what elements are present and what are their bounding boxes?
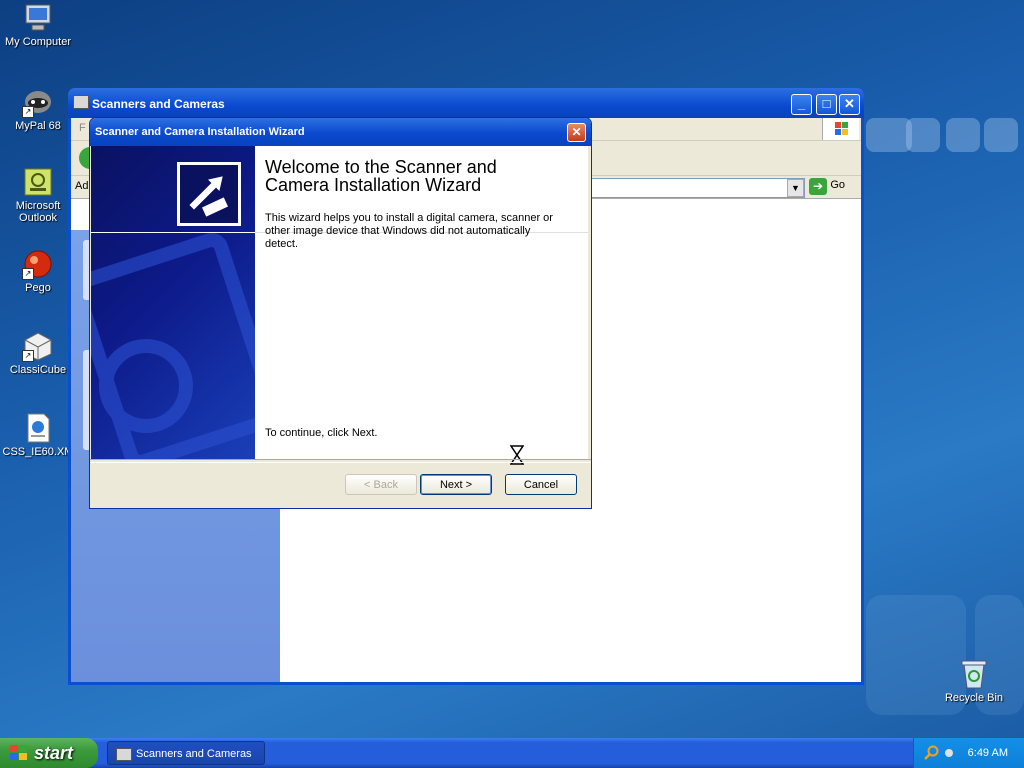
back-button[interactable]: < Back bbox=[345, 474, 417, 495]
desktop-icon-label: MyPal 68 bbox=[15, 120, 61, 132]
explorer-titlebar[interactable]: Scanners and Cameras _ □ ✕ bbox=[68, 88, 864, 118]
shortcut-arrow-icon: ↗ bbox=[22, 350, 34, 362]
wizard-body: Welcome to the Scanner and Camera Instal… bbox=[91, 146, 588, 465]
desktop-icon-label: Microsoft Outlook bbox=[15, 200, 61, 224]
clock: 6:49 AM bbox=[967, 747, 1008, 759]
close-button[interactable]: ✕ bbox=[839, 94, 860, 115]
scanner-icon bbox=[73, 95, 89, 109]
chevron-down-icon[interactable]: ▼ bbox=[787, 179, 804, 197]
desktop-icon-recycle-bin[interactable]: Recycle Bin bbox=[936, 658, 1012, 704]
desktop-icon-mypal[interactable]: ↗ MyPal 68 bbox=[0, 86, 76, 132]
start-button[interactable]: start bbox=[0, 738, 98, 768]
windows-flag-icon bbox=[10, 745, 27, 760]
address-label: Ad bbox=[75, 180, 89, 192]
scanner-icon bbox=[116, 748, 132, 761]
desktop-icon-outlook[interactable]: Microsoft Outlook bbox=[0, 166, 76, 224]
wizard-banner bbox=[91, 146, 255, 459]
desktop-icon-label: Pego bbox=[25, 282, 51, 294]
pego-icon: ↗ bbox=[22, 248, 54, 280]
shortcut-arrow-icon: ↗ bbox=[22, 268, 34, 280]
computer-icon bbox=[22, 2, 54, 34]
desktop-tile bbox=[906, 118, 940, 152]
raccoon-icon: ↗ bbox=[22, 86, 54, 118]
desktop-icon-label: My Computer bbox=[4, 36, 72, 48]
xml-file-icon bbox=[22, 412, 54, 444]
desktop-icon-my-computer[interactable]: My Computer bbox=[0, 2, 76, 48]
outlook-icon bbox=[22, 166, 54, 198]
go-button[interactable]: Go bbox=[830, 179, 845, 191]
start-label: start bbox=[34, 743, 74, 763]
cancel-button[interactable]: Cancel bbox=[505, 474, 577, 495]
wizard-logo-icon bbox=[177, 162, 241, 226]
wizard-heading: Welcome to the Scanner and Camera Instal… bbox=[265, 157, 497, 195]
go-arrow-icon[interactable]: ➔ bbox=[809, 178, 827, 195]
network-tray-icon[interactable] bbox=[944, 746, 954, 760]
wizard-continue-text: To continue, click Next. bbox=[265, 427, 378, 439]
menu-file[interactable]: F bbox=[79, 122, 86, 134]
wizard-separator bbox=[90, 459, 591, 463]
next-button[interactable]: Next > bbox=[420, 474, 492, 495]
desktop-icon-css-ie60[interactable]: CSS_IE60.XM bbox=[0, 412, 76, 458]
system-tray: 6:49 AM bbox=[913, 738, 1024, 768]
recycle-bin-icon bbox=[958, 658, 990, 690]
desktop-tile bbox=[946, 118, 980, 152]
desktop-icon-label: CSS_IE60.XM bbox=[2, 446, 74, 458]
taskbar-item-scanners[interactable]: Scanners and Cameras bbox=[107, 741, 265, 765]
desktop-icon-label: Recycle Bin bbox=[944, 692, 1004, 704]
desktop-tile bbox=[984, 118, 1018, 152]
windows-logo-icon bbox=[822, 118, 859, 140]
wizard-dialog[interactable]: Scanner and Camera Installation Wizard ✕… bbox=[89, 117, 592, 509]
taskbar-item-label: Scanners and Cameras bbox=[136, 748, 252, 760]
wizard-title: Scanner and Camera Installation Wizard bbox=[95, 126, 305, 138]
shortcut-arrow-icon: ↗ bbox=[22, 106, 34, 118]
explorer-title: Scanners and Cameras bbox=[92, 97, 225, 111]
wizard-titlebar[interactable]: Scanner and Camera Installation Wizard ✕ bbox=[90, 118, 591, 146]
cube-icon: ↗ bbox=[22, 330, 54, 362]
desktop-icon-classicube[interactable]: ↗ ClassiCube bbox=[0, 330, 76, 376]
wizard-close-button[interactable]: ✕ bbox=[567, 123, 586, 142]
maximize-button[interactable]: □ bbox=[816, 94, 837, 115]
taskbar: start Scanners and Cameras 6:49 AM bbox=[0, 738, 1024, 768]
desktop-icon-label: ClassiCube bbox=[9, 364, 67, 376]
minimize-button[interactable]: _ bbox=[791, 94, 812, 115]
search-tray-icon[interactable] bbox=[924, 745, 940, 761]
wizard-description: This wizard helps you to install a digit… bbox=[265, 212, 553, 250]
desktop-icon-pego[interactable]: ↗ Pego bbox=[0, 248, 76, 294]
